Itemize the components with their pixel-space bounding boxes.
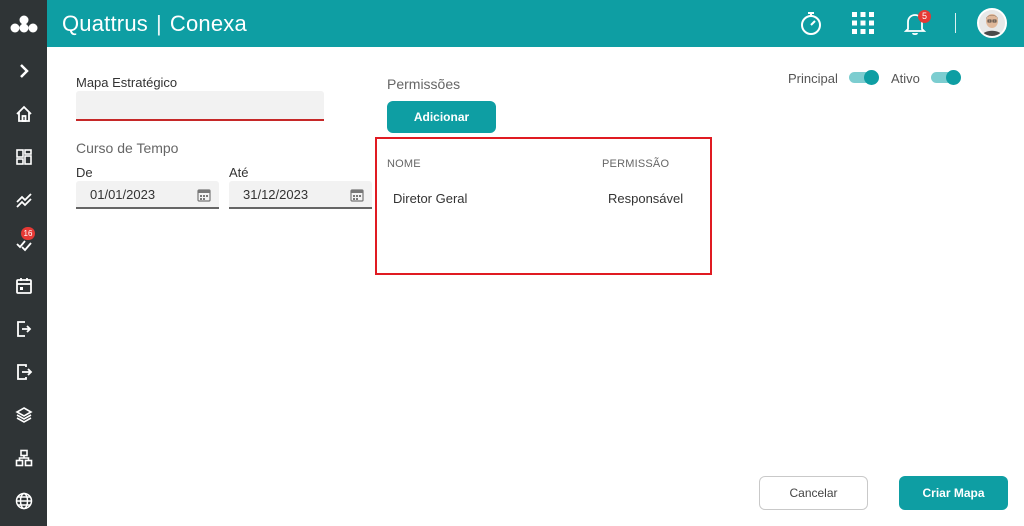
- layers-icon: [14, 407, 33, 423]
- chevron-right-icon: [19, 64, 29, 78]
- time-range-label: Curso de Tempo: [76, 140, 179, 156]
- to-date-value: 31/12/2023: [243, 187, 309, 202]
- home-icon: [15, 105, 32, 122]
- from-date-value: 01/01/2023: [90, 187, 156, 202]
- ativo-label: Ativo: [891, 71, 920, 86]
- column-header-permission: PERMISSÃO: [602, 158, 670, 170]
- principal-label: Principal: [788, 71, 838, 86]
- sidebar-item-globe[interactable]: [0, 486, 47, 516]
- ativo-toggle[interactable]: [931, 70, 961, 85]
- calendar-icon[interactable]: [350, 188, 364, 202]
- to-label: Até: [229, 165, 249, 180]
- create-map-button[interactable]: Criar Mapa: [899, 476, 1008, 510]
- row-permission: Responsável: [608, 191, 684, 206]
- map-label: Mapa Estratégico: [76, 75, 178, 90]
- sidebar-item-trend[interactable]: [0, 185, 47, 215]
- bell-icon[interactable]: 5: [900, 8, 931, 38]
- sidebar: 16: [0, 47, 47, 526]
- sidebar-item-calendar[interactable]: [0, 271, 47, 301]
- calendar-icon: [15, 278, 32, 294]
- avatar[interactable]: [977, 8, 1007, 38]
- cancel-button[interactable]: Cancelar: [759, 476, 868, 510]
- sidebar-item-dashboard[interactable]: [0, 142, 47, 172]
- brand-name: Quattrus: [62, 11, 148, 36]
- sidebar-item-home[interactable]: [0, 99, 47, 129]
- to-date-field[interactable]: 31/12/2023: [229, 181, 372, 209]
- from-date-field[interactable]: 01/01/2023: [76, 181, 219, 209]
- apps-grid-icon[interactable]: [848, 8, 878, 38]
- login-icon: [16, 321, 31, 337]
- logout-icon: [16, 364, 32, 380]
- timer-icon[interactable]: [796, 8, 826, 38]
- permissions-title: Permissões: [387, 76, 461, 92]
- add-permission-button[interactable]: Adicionar: [387, 101, 496, 133]
- logo-dots-icon[interactable]: [0, 0, 47, 47]
- permissions-table: NOME PERMISSÃO Diretor Geral Responsável: [375, 137, 712, 275]
- hierarchy-icon: [15, 449, 32, 467]
- notification-badge: 5: [918, 10, 931, 23]
- title-separator: |: [155, 11, 162, 36]
- trend-icon: [15, 193, 32, 208]
- sidebar-item-login[interactable]: [0, 314, 47, 344]
- row-name: Diretor Geral: [393, 191, 468, 206]
- top-bar: Quattrus | Conexa 5: [0, 0, 1024, 47]
- from-label: De: [76, 165, 93, 180]
- sidebar-expand-button[interactable]: [0, 56, 47, 86]
- sidebar-item-layers[interactable]: [0, 400, 47, 430]
- toggle-knob: [864, 70, 879, 85]
- app-title: Quattrus | Conexa: [62, 11, 247, 37]
- column-header-name: NOME: [387, 158, 421, 170]
- product-name: Conexa: [169, 11, 247, 36]
- map-input[interactable]: [76, 91, 324, 121]
- sidebar-item-hierarchy[interactable]: [0, 443, 47, 473]
- sidebar-item-logout[interactable]: [0, 357, 47, 387]
- calendar-icon[interactable]: [197, 188, 211, 202]
- principal-toggle[interactable]: [849, 70, 879, 85]
- toggle-knob: [946, 70, 961, 85]
- globe-icon: [15, 492, 32, 510]
- header-divider: [955, 13, 956, 33]
- dashboard-icon: [15, 149, 32, 165]
- tasks-badge: 16: [21, 227, 35, 240]
- sidebar-item-tasks[interactable]: 16: [0, 227, 47, 258]
